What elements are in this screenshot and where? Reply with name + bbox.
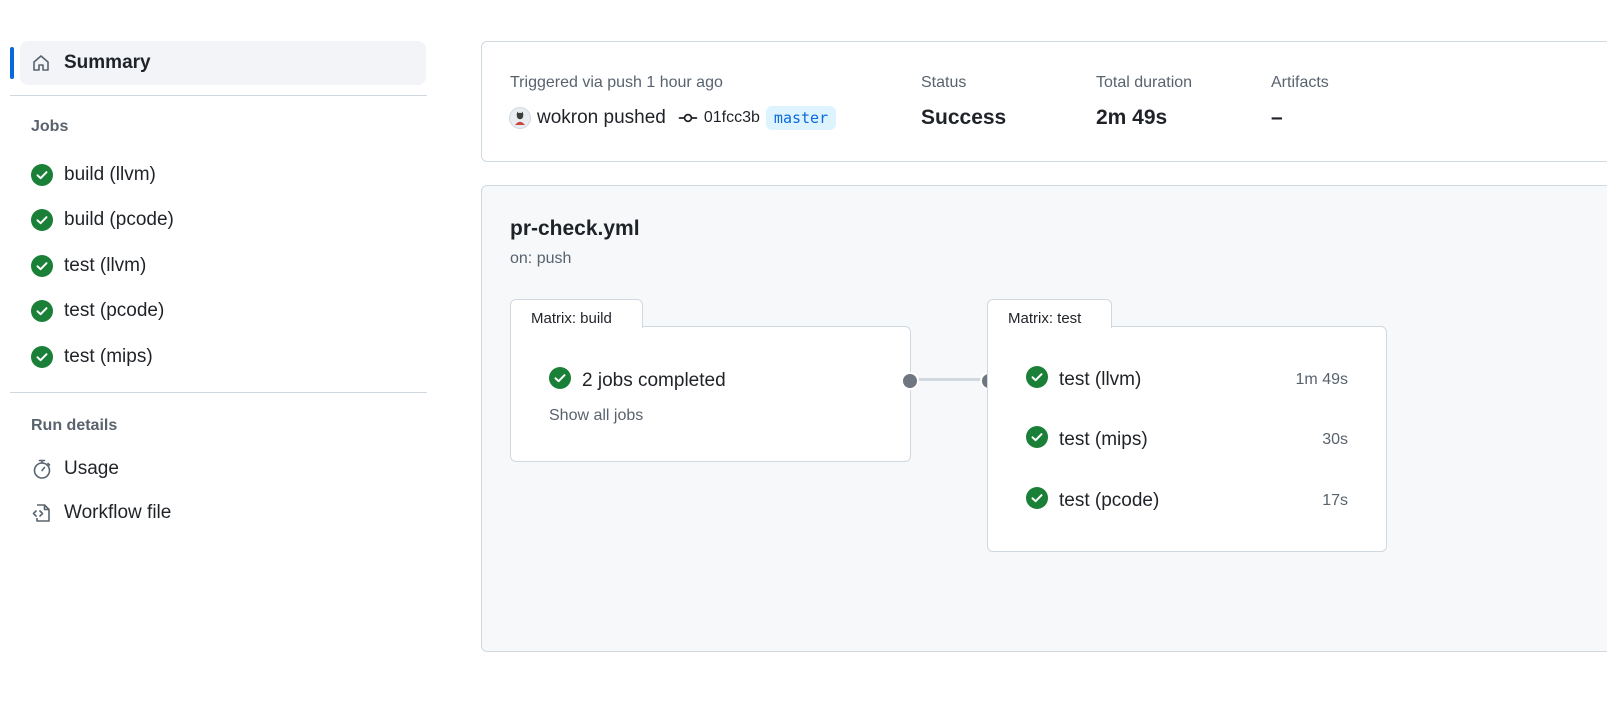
graph-job-item[interactable]: test (mips) 30s	[1026, 426, 1348, 454]
graph-job-duration: 17s	[1322, 492, 1348, 509]
active-indicator	[10, 47, 14, 79]
sidebar-item-workflow-file[interactable]: Workflow file	[31, 491, 427, 535]
sidebar: Summary Jobs build (llvm) build (pcode) …	[10, 41, 427, 535]
job-label: test (pcode)	[64, 300, 165, 322]
git-commit-icon	[678, 108, 698, 128]
matrix-build-title: Matrix: build	[510, 299, 643, 328]
artifacts-label: Artifacts	[1271, 74, 1329, 91]
graph-node-dot	[901, 372, 919, 390]
check-circle-icon	[31, 209, 53, 232]
graph-job-item[interactable]: test (llvm) 1m 49s	[1026, 366, 1348, 394]
run-details-title: Run details	[31, 416, 118, 434]
check-circle-icon	[549, 367, 571, 395]
check-circle-icon	[1026, 366, 1048, 394]
jobs-section-title: Jobs	[31, 118, 69, 135]
run-item-label: Usage	[64, 457, 119, 479]
graph-job-duration: 30s	[1322, 431, 1348, 448]
commit-sha-link[interactable]: 01fcc3b	[704, 109, 760, 127]
divider	[10, 391, 427, 393]
graph-job-label: test (mips)	[1059, 429, 1148, 450]
graph-job-item[interactable]: test (pcode) 17s	[1026, 487, 1348, 515]
sidebar-item-summary[interactable]: Summary	[10, 41, 426, 85]
trigger-text: Triggered via push 1 hour ago	[510, 74, 723, 91]
graph-job-label: test (llvm)	[1059, 369, 1142, 390]
artifacts-value: –	[1271, 106, 1283, 129]
sidebar-item-job[interactable]: build (pcode)	[31, 198, 427, 244]
status-stat: Status Success	[921, 74, 1006, 130]
workflow-trigger: on: push	[510, 250, 572, 267]
matrix-build-body: 2 jobs completed Show all jobs	[510, 326, 911, 462]
sidebar-item-job[interactable]: test (pcode)	[31, 289, 427, 335]
run-item-label: Workflow file	[64, 501, 172, 523]
run-details-list: Usage Workflow file	[10, 447, 427, 535]
status-value: Success	[921, 106, 1007, 129]
graph-job-duration: 1m 49s	[1295, 371, 1348, 388]
check-circle-icon	[31, 300, 53, 323]
job-label: test (mips)	[64, 345, 153, 367]
home-icon	[31, 53, 51, 73]
file-code-icon	[31, 502, 53, 524]
check-circle-icon	[1026, 426, 1048, 454]
check-circle-icon	[31, 254, 53, 277]
pusher-link[interactable]: wokron pushed	[537, 107, 666, 129]
jobs-list: build (llvm) build (pcode) test (llvm) t…	[10, 152, 427, 380]
sidebar-item-job[interactable]: test (mips)	[31, 334, 427, 380]
matrix-test-title: Matrix: test	[987, 299, 1112, 328]
status-label: Status	[921, 74, 967, 91]
check-circle-icon	[1026, 487, 1048, 515]
job-label: build (pcode)	[64, 209, 174, 231]
workflow-name: pr-check.yml	[510, 217, 640, 240]
check-circle-icon	[31, 345, 53, 368]
run-summary-card: Triggered via push 1 hour ago wokron pus…	[481, 41, 1607, 162]
graph-job-label: test (pcode)	[1059, 490, 1160, 511]
branch-badge[interactable]: master	[765, 106, 837, 130]
show-all-jobs-link[interactable]: Show all jobs	[549, 407, 643, 425]
jobs-completed: 2 jobs completed	[549, 367, 726, 395]
avatar[interactable]	[509, 107, 531, 129]
matrix-test-body: test (llvm) 1m 49s test (mips) 30s test …	[987, 326, 1387, 552]
jobs-completed-label: 2 jobs completed	[582, 370, 726, 391]
duration-label: Total duration	[1096, 74, 1193, 91]
push-info: wokron pushed 01fcc3b master	[509, 105, 837, 131]
stopwatch-icon	[31, 458, 53, 480]
workflow-graph-card: pr-check.yml on: push Matrix: build 2 jo…	[481, 185, 1607, 652]
sidebar-item-label: Summary	[64, 52, 151, 73]
divider	[10, 95, 427, 96]
sidebar-item-job[interactable]: test (llvm)	[31, 243, 427, 289]
check-circle-icon	[31, 163, 53, 186]
sidebar-item-usage[interactable]: Usage	[31, 447, 427, 491]
artifacts-stat: Artifacts –	[1271, 74, 1329, 130]
duration-value: 2m 49s	[1096, 106, 1168, 129]
duration-stat: Total duration 2m 49s	[1096, 74, 1192, 130]
sidebar-item-job[interactable]: build (llvm)	[31, 152, 427, 198]
job-label: build (llvm)	[64, 163, 156, 185]
graph-connector-line	[909, 378, 988, 381]
job-label: test (llvm)	[64, 254, 147, 276]
